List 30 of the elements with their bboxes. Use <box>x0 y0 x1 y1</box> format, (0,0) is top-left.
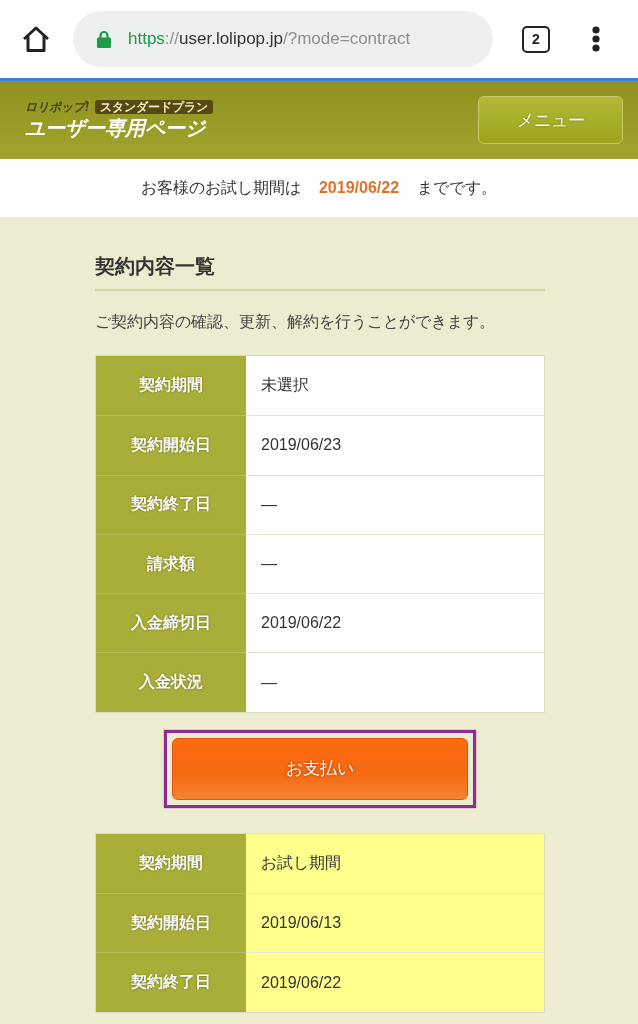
tab-switcher-button[interactable]: 2 <box>522 25 550 53</box>
field-label: 契約終了日 <box>96 474 246 534</box>
more-menu-icon[interactable] <box>592 26 600 52</box>
field-label: 請求額 <box>96 533 246 594</box>
field-label: 契約期間 <box>96 833 246 894</box>
field-value: — <box>260 672 278 693</box>
address-bar[interactable]: https://user.lolipop.jp/?mode=contract <box>73 11 493 67</box>
field-label: 契約開始日 <box>96 893 246 953</box>
plan-badge: スタンダードプラン <box>95 100 213 114</box>
field-label: 入金状況 <box>96 652 246 712</box>
field-value: — <box>260 554 278 575</box>
url-text: https://user.lolipop.jp/?mode=contract <box>128 29 411 49</box>
field-label: 契約期間 <box>96 356 246 416</box>
field-value: お試し期間 <box>260 852 342 873</box>
field-value: 未選択 <box>260 375 310 396</box>
page-title: ユーザー専用ページ <box>25 116 208 140</box>
field-value: 2019/06/22 <box>260 613 343 634</box>
trial-notice: お客様のお試し期間は 2019/06/22 までです。 <box>140 177 498 198</box>
field-label: 契約開始日 <box>96 415 246 475</box>
field-label: 入金締切日 <box>96 593 246 653</box>
field-value: 2019/06/22 <box>260 972 343 993</box>
lock-icon <box>97 30 111 48</box>
section-title: 契約内容一覧 <box>95 253 545 291</box>
field-value: 2019/06/23 <box>260 435 343 456</box>
home-icon[interactable] <box>22 25 50 53</box>
brand-text: ロリポップ! <box>25 100 89 114</box>
field-label: 契約終了日 <box>96 952 246 1012</box>
section-description: ご契約内容の確認、更新、解約を行うことができます。 <box>95 312 496 332</box>
field-value: — <box>260 494 278 515</box>
field-value: 2019/06/13 <box>260 913 343 934</box>
